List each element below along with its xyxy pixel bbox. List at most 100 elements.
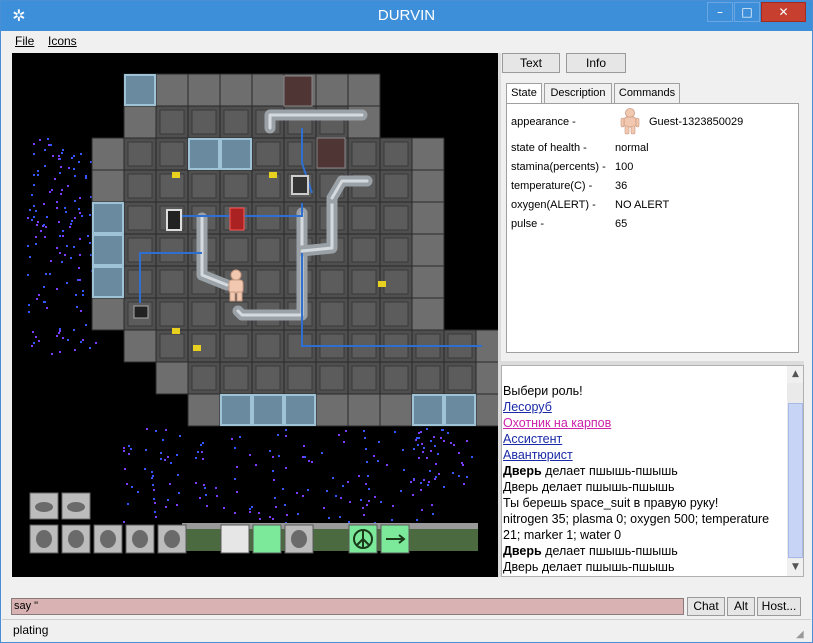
- minimize-button[interactable]: –: [707, 2, 733, 22]
- chat-button[interactable]: Chat: [687, 597, 725, 616]
- resize-grip-icon[interactable]: ◢: [796, 629, 808, 641]
- tab-commands[interactable]: Commands: [614, 83, 680, 103]
- maximize-button[interactable]: □: [734, 2, 760, 22]
- player-leg: [236, 291, 243, 302]
- scroll-thumb[interactable]: [788, 403, 803, 558]
- tab-description[interactable]: Description: [544, 83, 612, 103]
- space-star: [234, 478, 236, 480]
- space-star: [154, 502, 156, 504]
- close-button[interactable]: ✕: [761, 2, 806, 22]
- space-star: [74, 175, 76, 177]
- right-panel: Text Info State Description Commands app…: [501, 53, 804, 577]
- space-star: [426, 457, 428, 459]
- space-star: [179, 435, 181, 437]
- space-star: [429, 470, 431, 472]
- space-star: [59, 235, 61, 237]
- role-link[interactable]: Лесоруб: [503, 400, 552, 414]
- floor-plate: [255, 333, 281, 359]
- tab-state[interactable]: State: [506, 83, 542, 104]
- game-map[interactable]: [12, 53, 498, 577]
- space-star: [48, 144, 50, 146]
- stat-label: temperature(C) -: [511, 180, 593, 192]
- space-star: [195, 482, 197, 484]
- space-star: [269, 450, 271, 452]
- scroll-up-icon[interactable]: ▲: [787, 366, 803, 383]
- space-star: [160, 458, 162, 460]
- space-star: [37, 170, 39, 172]
- space-star: [231, 438, 233, 440]
- menu-icons[interactable]: Icons: [48, 34, 77, 48]
- space-star: [35, 236, 37, 238]
- space-star: [365, 483, 367, 485]
- floor-plate: [415, 365, 441, 391]
- floor-tile: [475, 393, 498, 427]
- space-star: [400, 490, 402, 492]
- host-button[interactable]: Host...: [757, 597, 801, 616]
- space-star: [170, 462, 172, 464]
- space-star: [146, 428, 148, 430]
- space-star: [151, 477, 153, 479]
- space-star: [239, 436, 241, 438]
- suit-storage-icon: [229, 207, 245, 231]
- space-star: [66, 282, 68, 284]
- role-link[interactable]: Авантюрист: [503, 448, 573, 462]
- menu-bar: File Icons: [2, 32, 811, 52]
- floor-plate: [383, 365, 409, 391]
- space-star: [178, 492, 180, 494]
- space-star: [255, 464, 257, 466]
- command-input[interactable]: say ": [11, 598, 684, 615]
- space-star: [79, 279, 81, 281]
- space-star: [197, 451, 199, 453]
- space-star: [78, 161, 80, 163]
- space-star: [277, 434, 279, 436]
- hand-icon-glyph: [68, 530, 84, 548]
- app-window: ✲ DURVIN – □ ✕ File Icons Text Info Stat…: [0, 0, 813, 643]
- space-star: [435, 476, 437, 478]
- floor-tile: [155, 73, 189, 107]
- space-star: [413, 479, 415, 481]
- floor-plate: [191, 301, 217, 327]
- alt-button[interactable]: Alt: [727, 597, 755, 616]
- space-star: [452, 472, 454, 474]
- space-star: [89, 214, 91, 216]
- floor-tile: [411, 265, 445, 299]
- space-star: [80, 153, 82, 155]
- chat-scrollbar[interactable]: ▲ ▼: [787, 366, 803, 576]
- text-button[interactable]: Text: [502, 53, 560, 73]
- space-star: [364, 437, 366, 439]
- space-star: [62, 230, 64, 232]
- space-star: [70, 257, 72, 259]
- chat-output[interactable]: Выбери роль! Лесоруб Охотник на карпов А…: [501, 365, 804, 577]
- space-star: [65, 211, 67, 213]
- space-star: [123, 447, 125, 449]
- space-star: [128, 445, 130, 447]
- space-star: [206, 505, 208, 507]
- space-star: [61, 152, 63, 154]
- stat-value: 36: [615, 180, 628, 192]
- space-star: [427, 484, 429, 486]
- menu-file[interactable]: File: [15, 34, 34, 48]
- scroll-down-icon[interactable]: ▼: [787, 559, 803, 576]
- green-slot: [252, 524, 282, 554]
- space-star: [58, 155, 60, 157]
- stat-value: 65: [615, 218, 628, 230]
- chat-message: Ты берешь space_suit в правую руку!: [503, 496, 719, 510]
- floor-tile: [187, 393, 221, 427]
- space-star: [394, 431, 396, 433]
- space-star: [165, 506, 167, 508]
- map-canvas[interactable]: [12, 53, 498, 577]
- role-link[interactable]: Ассистент: [503, 432, 562, 446]
- floor-tile: [411, 233, 445, 267]
- space-star: [31, 194, 33, 196]
- info-button[interactable]: Info: [566, 53, 626, 73]
- floor-tile: [475, 361, 498, 395]
- floor-tile: [91, 297, 125, 331]
- space-star: [27, 245, 29, 247]
- space-star: [368, 500, 370, 502]
- role-link[interactable]: Охотник на карпов: [503, 416, 611, 430]
- player-body: [228, 279, 244, 294]
- space-star: [89, 242, 91, 244]
- space-star: [89, 347, 91, 349]
- space-star: [40, 230, 42, 232]
- title-bar[interactable]: ✲ DURVIN – □ ✕: [1, 1, 812, 31]
